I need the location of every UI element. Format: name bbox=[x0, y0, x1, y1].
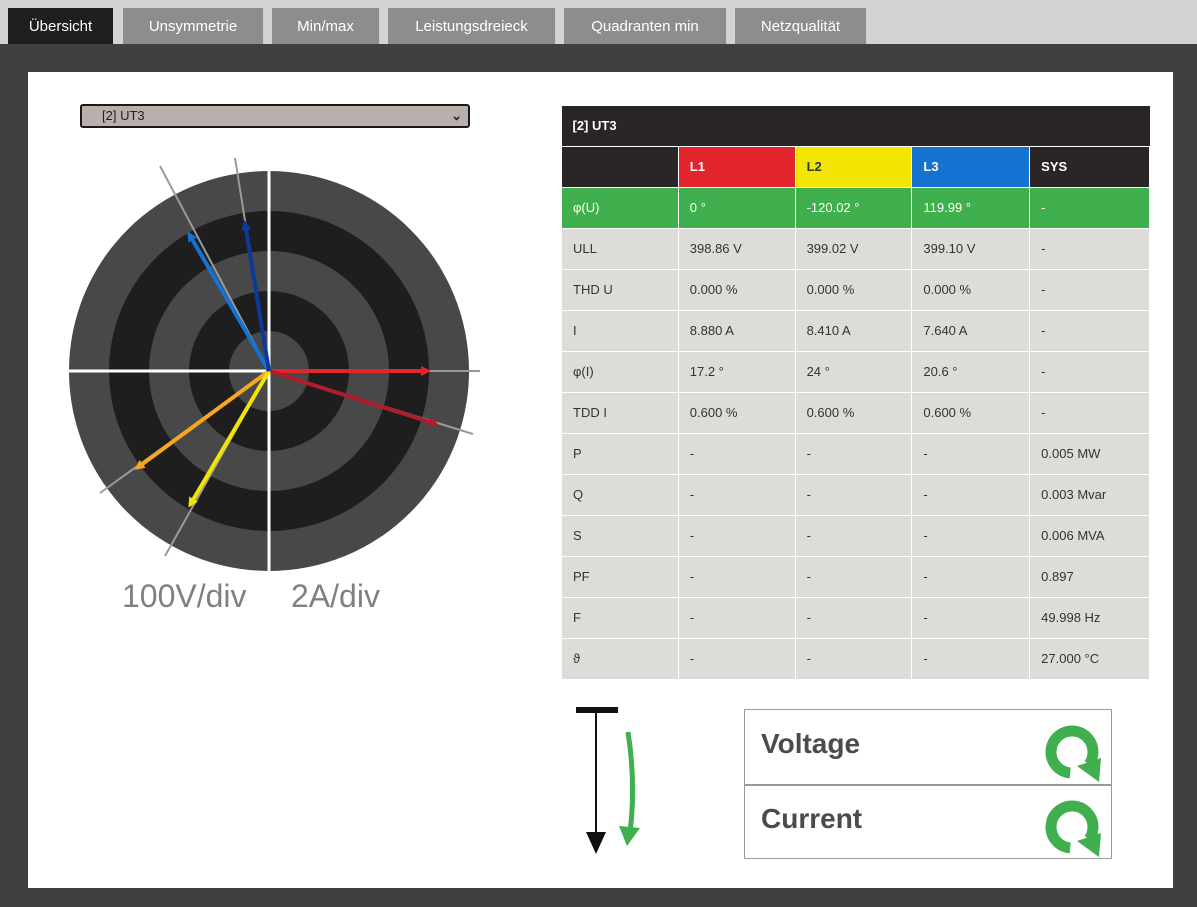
table-header-row: L1 L2 L3 SYS bbox=[561, 145, 1150, 188]
row-label: F bbox=[561, 596, 679, 639]
rotation-clockwise-icon bbox=[1045, 800, 1101, 857]
row-label: φ(U) bbox=[561, 186, 679, 229]
cell-sys: - bbox=[1029, 186, 1150, 229]
cell-l2: - bbox=[794, 596, 913, 639]
cell-l2: - bbox=[794, 473, 913, 516]
header-l3: L3 bbox=[911, 145, 1031, 188]
cell-l3: - bbox=[911, 596, 1031, 639]
cell-l2: - bbox=[794, 432, 913, 475]
row-label: ULL bbox=[561, 227, 679, 270]
cell-l3: - bbox=[911, 637, 1031, 680]
tab-netzqualitaet[interactable]: Netzqualität bbox=[735, 8, 867, 44]
cell-l1: - bbox=[677, 432, 796, 475]
table-row: S - - - 0.006 MVA bbox=[561, 514, 1150, 557]
row-label: Q bbox=[561, 473, 679, 516]
cell-l2: 8.410 A bbox=[794, 309, 913, 352]
table-row: φ(I) 17.2 ° 24 ° 20.6 ° - bbox=[561, 350, 1150, 393]
cell-l3: 20.6 ° bbox=[911, 350, 1031, 393]
cell-l3: - bbox=[911, 432, 1031, 475]
cell-l1: 0.600 % bbox=[677, 391, 796, 434]
cell-sys: 0.003 Mvar bbox=[1029, 473, 1150, 516]
current-rotation-label: Current bbox=[761, 803, 863, 834]
cell-sys: 49.998 Hz bbox=[1029, 596, 1150, 639]
table-caption: [2] UT3 bbox=[561, 106, 1150, 146]
cell-l2: - bbox=[794, 555, 913, 598]
current-rotation-row: Current bbox=[745, 785, 1111, 859]
cell-l2: 399.02 V bbox=[794, 227, 913, 270]
arrow-down-black-icon bbox=[586, 832, 606, 854]
cell-l2: 0.600 % bbox=[794, 391, 913, 434]
green-arrow-line bbox=[625, 731, 636, 833]
cell-l2: 0.000 % bbox=[794, 268, 913, 311]
table-row: ϑ - - - 27.000 °C bbox=[561, 637, 1150, 680]
cell-l3: 0.000 % bbox=[911, 268, 1031, 311]
cell-l1: 0.000 % bbox=[677, 268, 796, 311]
cell-l1: - bbox=[677, 473, 796, 516]
row-label: THD U bbox=[561, 268, 679, 311]
table-row: Q - - - 0.003 Mvar bbox=[561, 473, 1150, 516]
header-empty bbox=[561, 145, 679, 188]
voltage-scale-label: 100V/div bbox=[122, 578, 247, 614]
arrow-down-green-icon bbox=[619, 826, 640, 846]
cell-sys: 0.897 bbox=[1029, 555, 1150, 598]
row-label: P bbox=[561, 432, 679, 475]
row-label: ϑ bbox=[561, 637, 679, 680]
cell-l1: 0 ° bbox=[677, 186, 796, 229]
cell-l1: 398.86 V bbox=[677, 227, 796, 270]
cell-l3: 7.640 A bbox=[911, 309, 1031, 352]
row-label: TDD I bbox=[561, 391, 679, 434]
cell-l1: 17.2 ° bbox=[677, 350, 796, 393]
phasor-diagram bbox=[69, 157, 480, 571]
table-row: I 8.880 A 8.410 A 7.640 A - bbox=[561, 309, 1150, 352]
tab-quadranten-min[interactable]: Quadranten min bbox=[564, 8, 727, 44]
voltage-rotation-label: Voltage bbox=[761, 728, 861, 759]
cell-l3: - bbox=[911, 555, 1031, 598]
table-row: TDD I 0.600 % 0.600 % 0.600 % - bbox=[561, 391, 1150, 434]
cell-l2: 24 ° bbox=[794, 350, 913, 393]
cell-sys: 0.006 MVA bbox=[1029, 514, 1150, 557]
cell-l1: - bbox=[677, 514, 796, 557]
header-l1: L1 bbox=[677, 145, 796, 188]
header-sys: SYS bbox=[1029, 145, 1150, 188]
table-row: P - - - 0.005 MW bbox=[561, 432, 1150, 475]
cell-l3: 399.10 V bbox=[911, 227, 1031, 270]
cell-l3: - bbox=[911, 514, 1031, 557]
rotation-clockwise-icon bbox=[1045, 725, 1101, 782]
phase-rotation-panel: Voltage Current bbox=[744, 709, 1112, 859]
cell-l2: - bbox=[794, 637, 913, 680]
table-row: ULL 398.86 V 399.02 V 399.10 V - bbox=[561, 227, 1150, 270]
cell-sys: - bbox=[1029, 227, 1150, 270]
cell-l2: -120.02 ° bbox=[794, 186, 913, 229]
cell-sys: - bbox=[1029, 391, 1150, 434]
row-label: φ(I) bbox=[561, 350, 679, 393]
cell-sys: - bbox=[1029, 309, 1150, 352]
cell-l1: - bbox=[677, 637, 796, 680]
cell-l3: 0.600 % bbox=[911, 391, 1031, 434]
measurement-table: [2] UT3 L1 L2 L3 SYS φ(U) 0 ° -120.02 ° … bbox=[561, 106, 1150, 680]
row-label: I bbox=[561, 309, 679, 352]
cell-sys: 27.000 °C bbox=[1029, 637, 1150, 680]
row-label: PF bbox=[561, 555, 679, 598]
table-row: F - - - 49.998 Hz bbox=[561, 596, 1150, 639]
header-l2: L2 bbox=[794, 145, 913, 188]
cell-l1: 8.880 A bbox=[677, 309, 796, 352]
current-scale-label: 2A/div bbox=[291, 578, 380, 614]
table-row: PF - - - 0.897 bbox=[561, 555, 1150, 598]
cell-l2: - bbox=[794, 514, 913, 557]
cell-l1: - bbox=[677, 596, 796, 639]
cell-l3: 119.99 ° bbox=[911, 186, 1031, 229]
cell-sys: 0.005 MW bbox=[1029, 432, 1150, 475]
cell-sys: - bbox=[1029, 350, 1150, 393]
cell-l1: - bbox=[677, 555, 796, 598]
direction-indicator bbox=[576, 707, 640, 854]
table-row: THD U 0.000 % 0.000 % 0.000 % - bbox=[561, 268, 1150, 311]
row-label: S bbox=[561, 514, 679, 557]
cell-sys: - bbox=[1029, 268, 1150, 311]
cell-l3: - bbox=[911, 473, 1031, 516]
table-row: φ(U) 0 ° -120.02 ° 119.99 ° - bbox=[561, 186, 1150, 229]
voltage-rotation-row: Voltage bbox=[745, 710, 1111, 784]
